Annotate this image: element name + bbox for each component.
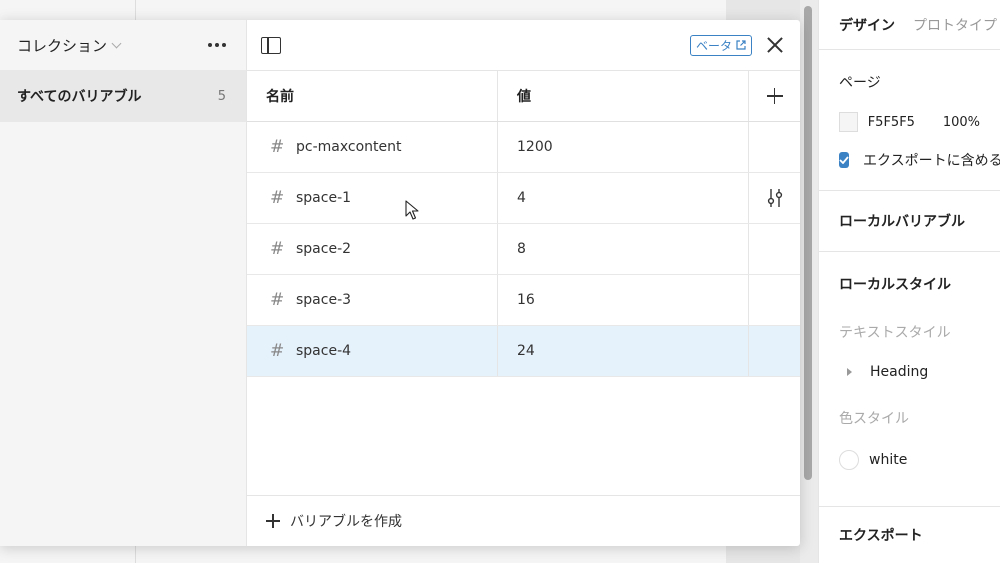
color-swatch-icon: [839, 450, 859, 470]
page-color-opacity[interactable]: 100%: [943, 115, 980, 130]
checkmark-icon: [839, 156, 849, 164]
plus-icon: [266, 514, 280, 528]
tab-design[interactable]: デザイン: [839, 15, 895, 35]
export-include-row: エクスポートに含める: [839, 150, 1000, 170]
color-style-item[interactable]: white: [839, 450, 980, 470]
local-variables-title[interactable]: ローカルバリアブル: [839, 211, 965, 231]
variable-value-cell[interactable]: 8: [498, 224, 749, 274]
table-header: 名前 値: [247, 71, 800, 122]
table-row-selected[interactable]: # space-4 24: [247, 326, 800, 377]
column-header-name: 名前: [247, 71, 498, 121]
variable-value: 24: [517, 343, 535, 359]
collections-header: コレクション: [0, 20, 246, 70]
page-section-title: ページ: [839, 75, 881, 91]
page-color-hex[interactable]: F5F5F5: [868, 115, 943, 130]
variable-value-cell[interactable]: 24: [498, 326, 749, 376]
variable-name: space-4: [296, 343, 352, 359]
variable-name-cell[interactable]: # space-3: [247, 275, 498, 325]
table-row[interactable]: # space-1 4: [247, 173, 800, 224]
variable-value-cell[interactable]: 4: [498, 173, 749, 223]
variable-name-cell[interactable]: # space-1: [247, 173, 498, 223]
caret-right-icon[interactable]: [847, 368, 852, 376]
export-title: エクスポート: [839, 528, 923, 544]
local-variables-section[interactable]: ローカルバリアブル: [819, 191, 1000, 252]
beta-badge[interactable]: ベータ: [689, 34, 752, 56]
variables-toolbar: ベータ: [247, 20, 800, 71]
plus-icon: [766, 88, 783, 104]
beta-label: ベータ: [695, 38, 732, 53]
mouse-cursor-icon: [405, 200, 419, 220]
design-panel: デザイン プロトタイプ ページ F5F5F5 100% エクスポートに含める ロ…: [818, 0, 1000, 563]
variable-name: space-1: [296, 190, 352, 206]
collections-title: コレクション: [17, 36, 108, 55]
chevron-down-icon: [111, 38, 122, 48]
export-section: エクスポート: [819, 507, 1000, 563]
local-variables-modal: コレクション すべてのバリアブル 5 ベータ 名前 値 # pc-maxcont…: [0, 20, 800, 546]
table-row[interactable]: # space-3 16: [247, 275, 800, 326]
number-type-icon: #: [270, 188, 285, 208]
variable-value-cell[interactable]: 16: [498, 275, 749, 325]
sidebar-toggle-icon[interactable]: [261, 36, 281, 54]
number-type-icon: #: [270, 239, 285, 259]
collection-item-all-variables[interactable]: すべてのバリアブル 5: [0, 70, 246, 122]
text-styles-title: テキストスタイル: [839, 325, 951, 341]
collections-dropdown[interactable]: コレクション: [17, 35, 122, 56]
close-icon[interactable]: [766, 36, 784, 54]
variable-name-cell[interactable]: # space-2: [247, 224, 498, 274]
variable-value: 4: [517, 190, 526, 206]
tab-prototype[interactable]: プロトタイプ: [913, 15, 997, 35]
table-row[interactable]: # pc-maxcontent 1200: [247, 122, 800, 173]
more-options-icon[interactable]: [204, 37, 230, 53]
scrollbar-thumb[interactable]: [804, 6, 812, 480]
variable-name: space-2: [296, 241, 352, 257]
row-action-cell: [749, 326, 800, 376]
add-mode-button[interactable]: [749, 71, 800, 121]
variable-name-cell[interactable]: # pc-maxcontent: [247, 122, 498, 172]
page-section: ページ F5F5F5 100% エクスポートに含める: [819, 50, 1000, 191]
text-style-item[interactable]: Heading: [839, 364, 980, 380]
external-link-icon: [736, 40, 746, 50]
collection-item-label: すべてのバリアブル: [17, 89, 142, 105]
number-type-icon: #: [270, 341, 285, 361]
number-type-icon: #: [270, 137, 285, 157]
variable-value: 1200: [517, 139, 553, 155]
create-variable-button[interactable]: バリアブルを作成: [247, 495, 800, 546]
local-styles-section: ローカルスタイル テキストスタイル Heading 色スタイル white: [819, 252, 1000, 507]
create-variable-label: バリアブルを作成: [290, 514, 402, 530]
page-color-swatch[interactable]: [839, 112, 858, 132]
variable-name-cell[interactable]: # space-4: [247, 326, 498, 376]
variable-value: 8: [517, 241, 526, 257]
local-styles-title: ローカルスタイル: [839, 277, 951, 293]
variables-main: ベータ 名前 値 # pc-maxcontent 1200 # space-1 …: [247, 20, 800, 546]
variable-name: space-3: [296, 292, 352, 308]
collections-sidebar: コレクション すべてのバリアブル 5: [0, 20, 247, 546]
edit-variable-sliders-icon[interactable]: [767, 188, 783, 208]
number-type-icon: #: [270, 290, 285, 310]
row-action-cell: [749, 275, 800, 325]
text-style-name: Heading: [870, 364, 929, 380]
collection-item-count: 5: [217, 88, 226, 104]
row-action-cell: [749, 224, 800, 274]
page-color-row: F5F5F5 100%: [839, 112, 980, 132]
row-action-cell: [749, 122, 800, 172]
row-action-cell: [749, 173, 800, 223]
variable-value: 16: [517, 292, 535, 308]
export-include-label: エクスポートに含める: [863, 153, 1000, 169]
table-row[interactable]: # space-2 8: [247, 224, 800, 275]
variable-value-cell[interactable]: 1200: [498, 122, 749, 172]
variables-table-body: # pc-maxcontent 1200 # space-1 4 # space…: [247, 122, 800, 377]
design-panel-tabs: デザイン プロトタイプ: [819, 0, 1000, 50]
export-include-checkbox[interactable]: [839, 152, 849, 168]
color-style-name: white: [869, 452, 908, 468]
color-styles-title: 色スタイル: [839, 411, 909, 427]
variable-name: pc-maxcontent: [296, 139, 402, 155]
column-header-value: 値: [498, 71, 749, 121]
